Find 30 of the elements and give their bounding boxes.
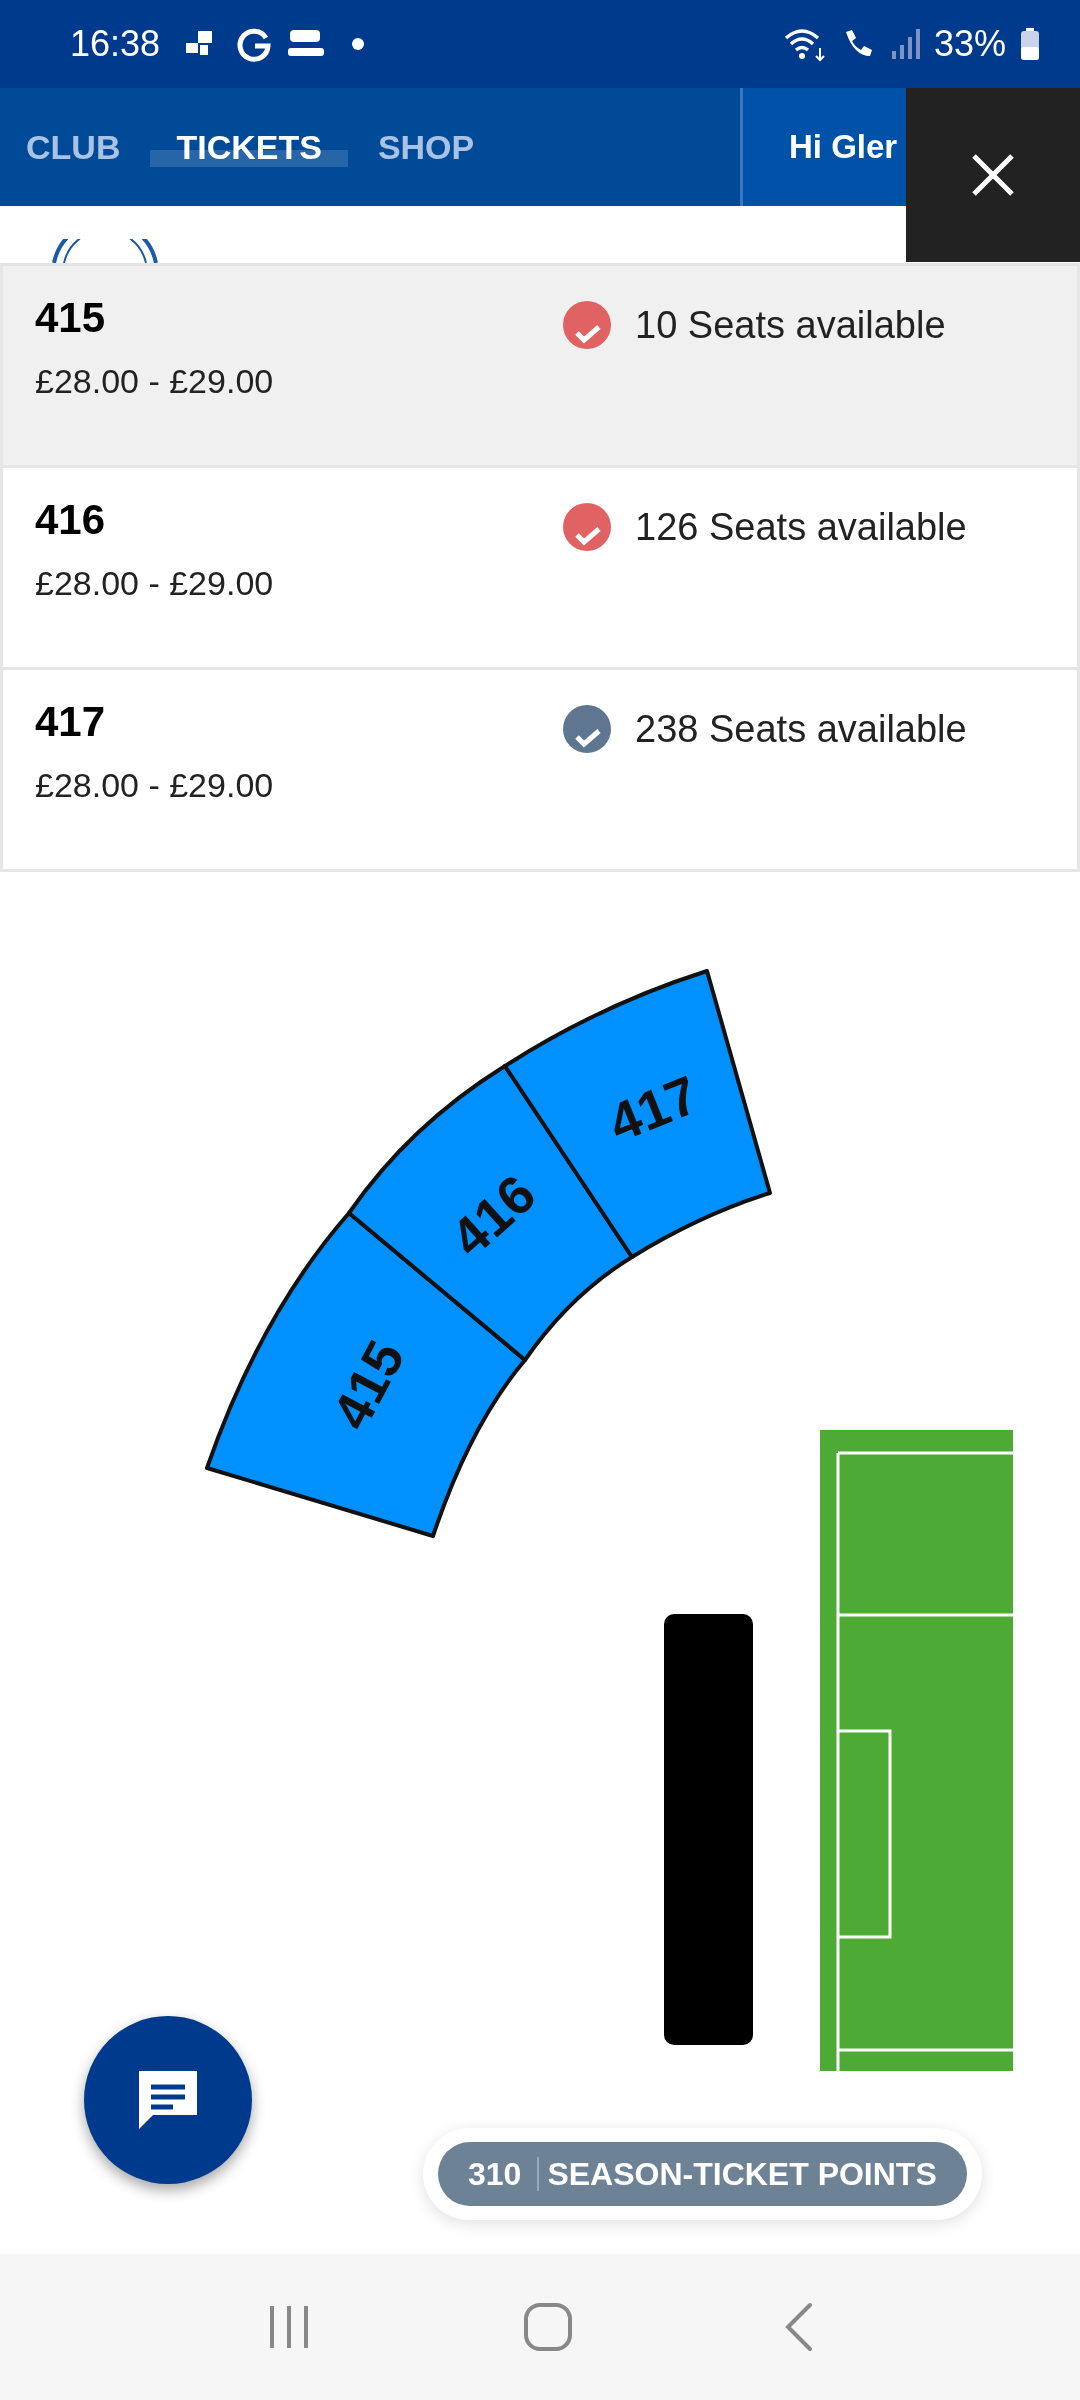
signal-icon (889, 27, 920, 61)
points-value: 310 (468, 2155, 522, 2193)
seats-available: 10 Seats available (635, 303, 946, 347)
seats-available: 126 Seats available (635, 505, 967, 549)
battery-level: 33% (933, 23, 1006, 65)
points-label: SEASON-TICKET POINTS (547, 2155, 937, 2193)
section-number: 417 (35, 698, 107, 746)
clock: 16:38 (70, 23, 161, 65)
home-icon[interactable] (523, 2302, 573, 2352)
section-row[interactable]: 417 £28.00 - £29.00 238 Seats available (0, 670, 1080, 872)
battery-icon (1020, 27, 1040, 61)
g-icon (236, 26, 273, 62)
section-label: 416 (439, 1163, 547, 1268)
chat-button[interactable] (84, 2016, 252, 2184)
section-number: 415 (35, 294, 107, 342)
nav-tab[interactable]: SHOP (365, 119, 487, 175)
section-label: 415 (320, 1330, 416, 1439)
seats-available: 238 Seats available (635, 707, 967, 751)
points-badge[interactable]: 310 SEASON-TICKET POINTS (438, 2142, 967, 2206)
price-range: £28.00 - £29.00 (35, 766, 275, 805)
dot-icon (352, 38, 365, 50)
section-label: 417 (600, 1063, 707, 1154)
close-icon (971, 153, 1015, 197)
section-row[interactable]: 416 £28.00 - £29.00 126 Seats available (0, 468, 1080, 670)
nav-tab[interactable]: CLUB (14, 119, 133, 175)
price-range: £28.00 - £29.00 (35, 362, 275, 401)
section-row[interactable]: 415 £28.00 - £29.00 10 Seats available (0, 266, 1080, 468)
section-number: 416 (35, 496, 107, 544)
price-range: £28.00 - £29.00 (35, 564, 275, 603)
greeting[interactable]: Hi Gler (789, 128, 898, 166)
